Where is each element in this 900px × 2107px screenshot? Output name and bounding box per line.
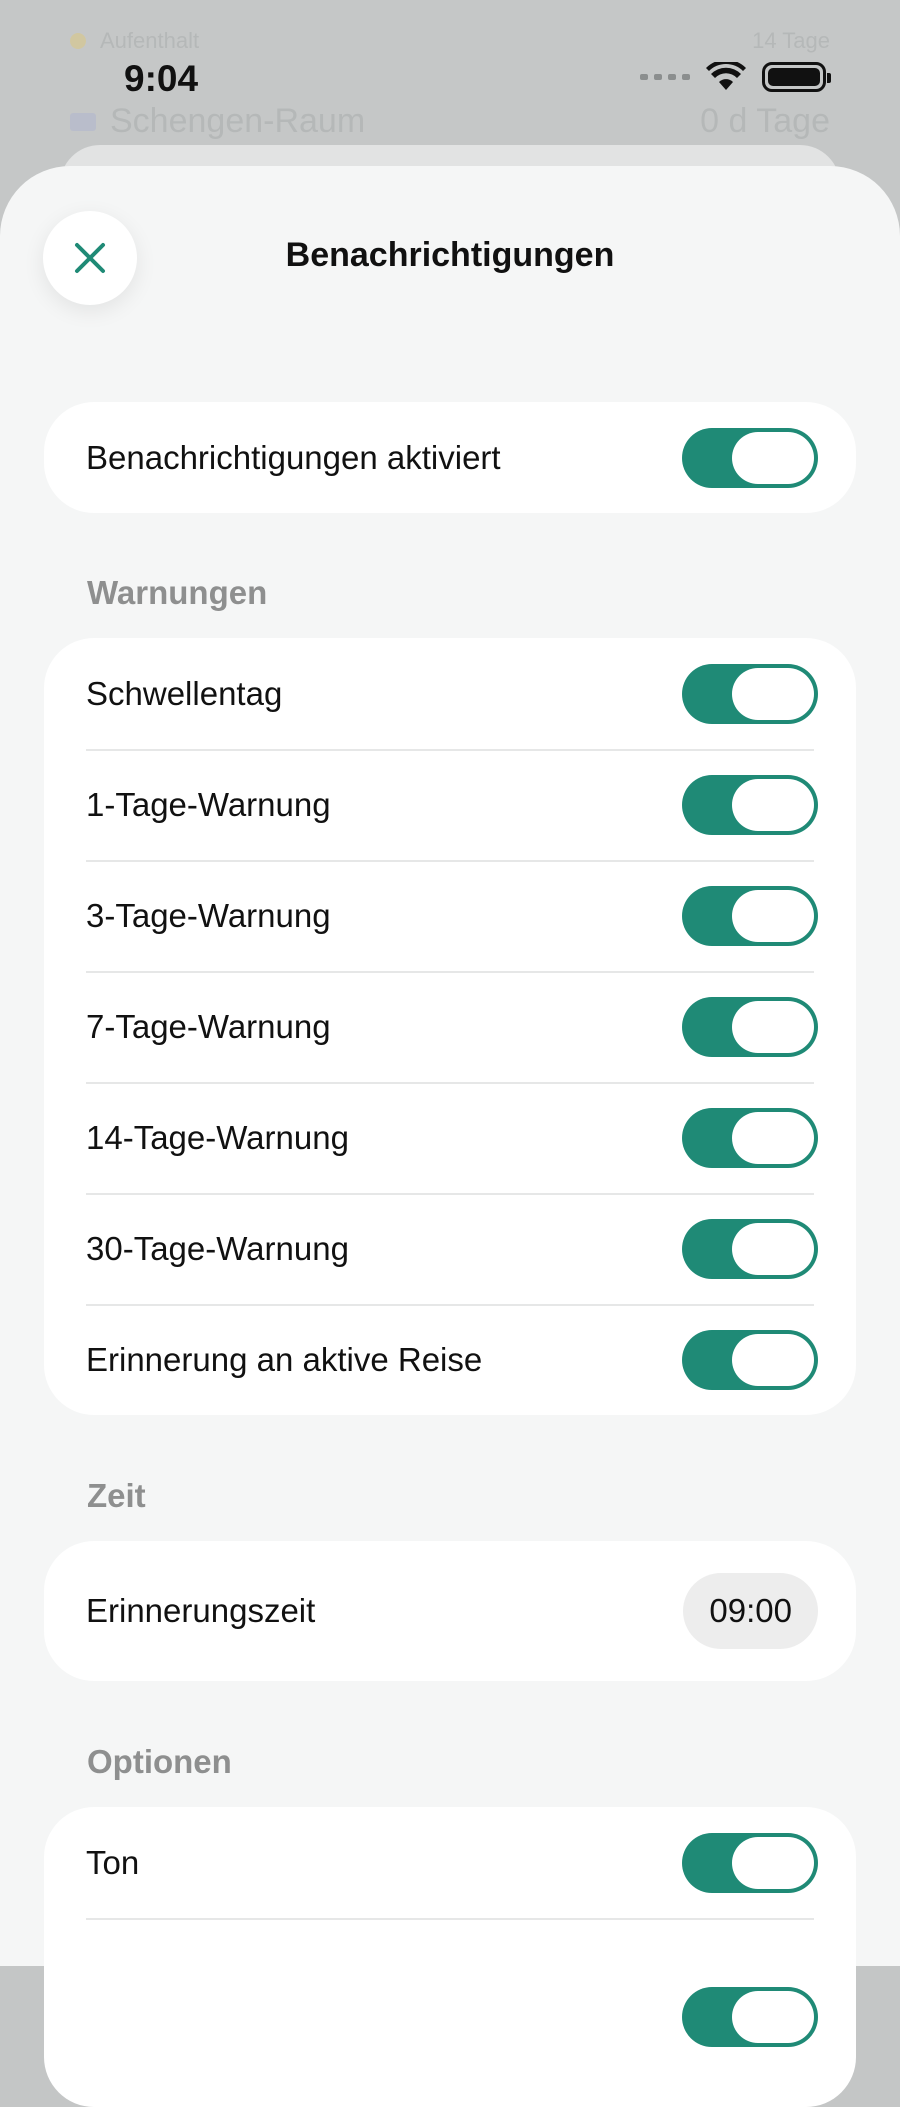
warning-row: Erinnerung an aktive Reise — [44, 1304, 856, 1415]
warning-label: 14-Tage-Warnung — [86, 1118, 349, 1156]
warning-row: 14-Tage-Warnung — [44, 1082, 856, 1193]
master-toggle[interactable] — [682, 427, 818, 488]
reminder-time-label: Erinnerungszeit — [86, 1592, 316, 1629]
status-bar: 9:04 — [0, 0, 900, 150]
warning-toggle[interactable] — [682, 774, 818, 835]
section-header-options: Optionen — [87, 1743, 232, 1780]
notifications-sheet: Benachrichtigungen Benachrichtigungen ak… — [0, 166, 900, 2107]
warning-row: 3-Tage-Warnung — [44, 860, 856, 971]
warning-label: 30-Tage-Warnung — [86, 1229, 349, 1267]
warning-label: 7-Tage-Warnung — [86, 1007, 331, 1045]
section-header-warnings: Warnungen — [87, 574, 268, 611]
warning-label: 1-Tage-Warnung — [86, 785, 331, 823]
warning-row: 1-Tage-Warnung — [44, 749, 856, 860]
master-toggle-row: Benachrichtigungen aktiviert — [44, 402, 856, 513]
warning-toggle[interactable] — [682, 663, 818, 724]
master-toggle-label: Benachrichtigungen aktiviert — [86, 438, 501, 476]
warning-label: Schwellentag — [86, 674, 283, 712]
options-card: Ton — [44, 1807, 856, 2107]
reminder-time-row: Erinnerungszeit 09:00 — [44, 1541, 856, 1681]
warning-toggle[interactable] — [682, 1329, 818, 1390]
option-row: Ton — [44, 1807, 856, 1918]
status-icons — [640, 62, 831, 92]
warnings-card: Schwellentag 1-Tage-Warnung 3-Tage-Warnu… — [44, 638, 856, 1415]
warning-toggle[interactable] — [682, 885, 818, 946]
sheet-title: Benachrichtigungen — [285, 236, 615, 274]
warning-row: 7-Tage-Warnung — [44, 971, 856, 1082]
option-toggle[interactable] — [682, 1986, 818, 2047]
warning-toggle[interactable] — [682, 1107, 818, 1168]
warning-row: Schwellentag — [44, 638, 856, 749]
warning-label: Erinnerung an aktive Reise — [86, 1340, 483, 1378]
time-card: Erinnerungszeit 09:00 — [44, 1541, 856, 1681]
battery-icon — [762, 62, 831, 92]
wifi-icon — [706, 62, 746, 90]
warning-label: 3-Tage-Warnung — [86, 896, 331, 934]
warning-toggle[interactable] — [682, 996, 818, 1057]
status-time: 9:04 — [124, 58, 199, 99]
master-toggle-card: Benachrichtigungen aktiviert — [44, 402, 856, 513]
cellular-signal-icon — [640, 74, 690, 80]
warning-toggle[interactable] — [682, 1218, 818, 1279]
option-row — [44, 1918, 856, 2047]
reminder-time-picker[interactable]: 09:00 — [683, 1573, 818, 1649]
option-label: Ton — [86, 1843, 140, 1881]
warning-row: 30-Tage-Warnung — [44, 1193, 856, 1304]
option-toggle[interactable] — [682, 1832, 818, 1893]
section-header-time: Zeit — [87, 1477, 146, 1514]
